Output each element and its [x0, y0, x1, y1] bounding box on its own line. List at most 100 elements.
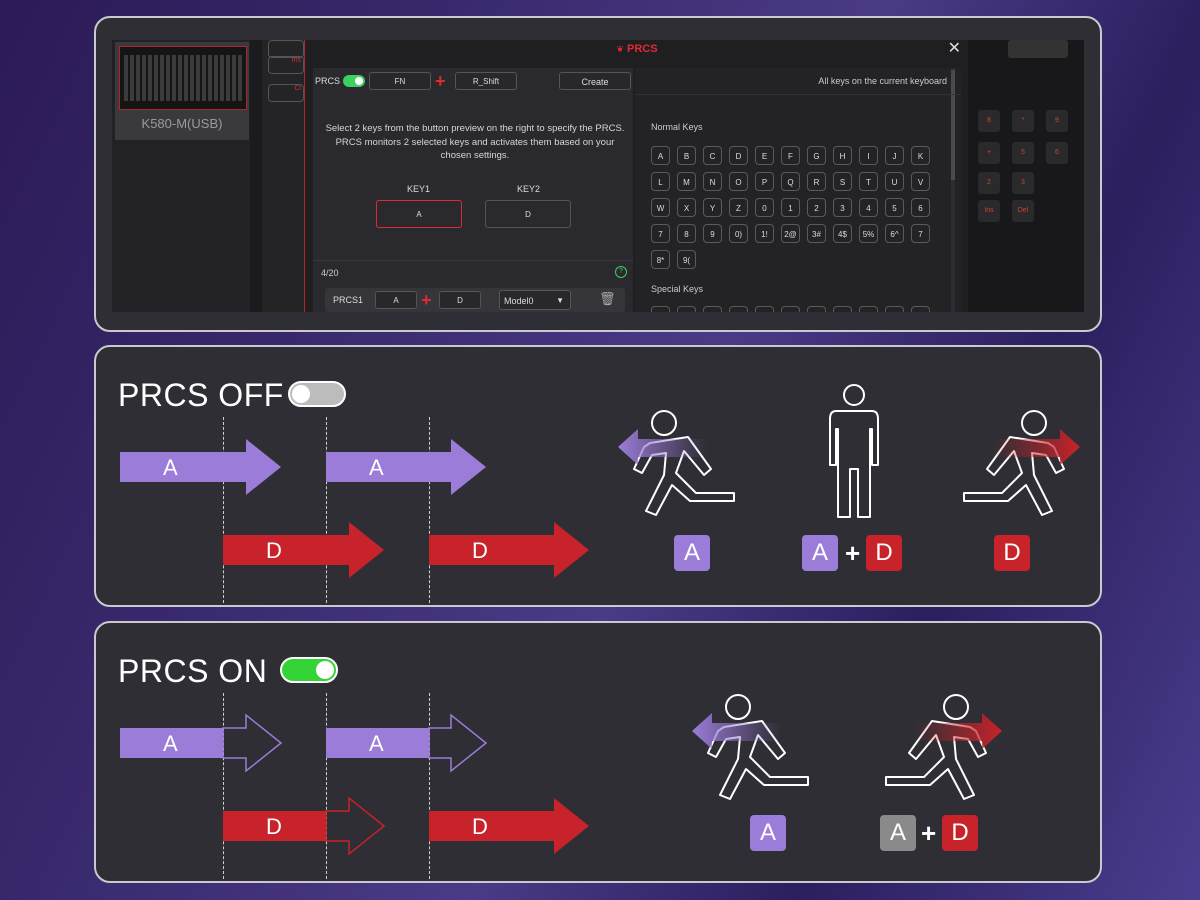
redragon-logo-icon: ❦	[616, 44, 624, 54]
result-key-d: D	[994, 535, 1030, 571]
special-key-cap[interactable]: F9	[859, 306, 878, 312]
key1-selector[interactable]: A	[376, 200, 462, 228]
special-key-cap[interactable]: F8	[833, 306, 852, 312]
trash-icon[interactable]: 🗑	[599, 291, 616, 307]
key-cap[interactable]: L	[651, 172, 670, 191]
key-cap[interactable]: 3#	[807, 224, 826, 243]
key-cap[interactable]: 4$	[833, 224, 852, 243]
key-cap[interactable]: 7	[911, 224, 930, 243]
special-key-cap[interactable]: F6	[781, 306, 800, 312]
key-cap[interactable]: W	[651, 198, 670, 217]
special-key-cap[interactable]: F2	[677, 306, 696, 312]
key-cap[interactable]: X	[677, 198, 696, 217]
key-cap[interactable]: J	[885, 146, 904, 165]
key-cap[interactable]: 1	[781, 198, 800, 217]
prcs-dialog: ❦ PRCS ✕ PRCS FN + R_Shift Create Select…	[304, 40, 970, 312]
key-cap[interactable]: B	[677, 146, 696, 165]
key-cap[interactable]: O	[729, 172, 748, 191]
key-cap[interactable]: 3	[833, 198, 852, 217]
key-cap[interactable]: 5%	[859, 224, 878, 243]
key-cap[interactable]: 8*	[651, 250, 670, 269]
special-key-cap[interactable]: F10	[885, 306, 904, 312]
key-cap[interactable]: V	[911, 172, 930, 191]
plus-icon: +	[421, 290, 432, 310]
close-icon[interactable]: ✕	[948, 40, 961, 58]
key-cap[interactable]: H	[833, 146, 852, 165]
divider	[313, 260, 633, 261]
preview-key: Del	[1012, 200, 1034, 222]
key-cap[interactable]: 9	[703, 224, 722, 243]
key2-selector[interactable]: D	[485, 200, 571, 228]
key-cap[interactable]: 9(	[677, 250, 696, 269]
key-cap[interactable]: 7	[651, 224, 670, 243]
side-button-cl[interactable]: Cl	[268, 84, 304, 102]
key-cap[interactable]: 2	[807, 198, 826, 217]
arrow-d-2	[429, 522, 589, 578]
volume-knob	[1008, 40, 1068, 58]
key2-label: KEY2	[517, 184, 541, 194]
prcs-toolbar: PRCS FN + R_Shift Create	[313, 68, 633, 94]
info-line-2: PRCS monitors 2 selected keys and activa…	[335, 136, 615, 162]
device-card[interactable]: K580-M(USB)	[115, 42, 249, 140]
key-cap[interactable]: 6	[911, 198, 930, 217]
arrow-label: D	[266, 814, 282, 839]
key-cap[interactable]: 0	[755, 198, 774, 217]
plus-icon: +	[435, 71, 446, 91]
arrow-d-2	[429, 798, 589, 854]
arrow-a-2-outline	[428, 713, 488, 773]
preview-key: 2	[978, 172, 1000, 194]
help-icon[interactable]: ?	[615, 266, 627, 278]
create-button[interactable]: Create	[559, 72, 631, 90]
key-cap[interactable]: P	[755, 172, 774, 191]
special-key-cap[interactable]: F5	[755, 306, 774, 312]
special-keys-label: Special Keys	[651, 284, 704, 294]
key-cap[interactable]: M	[677, 172, 696, 191]
result-key-a: A	[802, 535, 838, 571]
key-cap[interactable]: 0)	[729, 224, 748, 243]
key-picker-pane: Normal Keys ABCDEFGHIJKLMNOPQRSTUVWXYZ01…	[635, 68, 961, 312]
key-cap[interactable]: U	[885, 172, 904, 191]
key-cap[interactable]: A	[651, 146, 670, 165]
running-left-icon	[692, 694, 809, 800]
key-cap[interactable]: F	[781, 146, 800, 165]
preview-key: 3	[1012, 172, 1034, 194]
running-right-icon	[885, 694, 1002, 800]
special-key-cap[interactable]: F3	[703, 306, 722, 312]
key-cap[interactable]: K	[911, 146, 930, 165]
key-cap[interactable]: G	[807, 146, 826, 165]
key-cap[interactable]: Z	[729, 198, 748, 217]
key-cap[interactable]: 1!	[755, 224, 774, 243]
special-key-cap[interactable]: F1	[651, 306, 670, 312]
key-cap[interactable]: 6^	[885, 224, 904, 243]
prcs-toggle[interactable]	[343, 75, 365, 87]
software-window: K580-M(USB) Ins Cl ❦ PRCS ✕ PRCS FN + R_…	[112, 40, 1084, 312]
mode-dropdown[interactable]: Model0 ▼	[499, 290, 571, 310]
key-cap[interactable]: 2@	[781, 224, 800, 243]
key-cap[interactable]: N	[703, 172, 722, 191]
key-cap[interactable]: D	[729, 146, 748, 165]
key-cap[interactable]: R	[807, 172, 826, 191]
key-cap[interactable]: S	[833, 172, 852, 191]
rshift-key-button[interactable]: R_Shift	[455, 72, 517, 90]
preview-key: Ins	[978, 200, 1000, 222]
special-key-cap[interactable]: F7	[807, 306, 826, 312]
fn-key-button[interactable]: FN	[369, 72, 431, 90]
entry-key2[interactable]: D	[439, 291, 481, 309]
key-cap[interactable]: 8	[677, 224, 696, 243]
special-key-cap[interactable]: F11	[911, 306, 930, 312]
dialog-title-text: PRCS	[627, 43, 658, 55]
arrow-label: D	[472, 814, 488, 839]
side-button-ins[interactable]: Ins	[268, 56, 304, 74]
key-cap[interactable]: Q	[781, 172, 800, 191]
entry-key1[interactable]: A	[375, 291, 417, 309]
key-cap[interactable]: E	[755, 146, 774, 165]
key-cap[interactable]: I	[859, 146, 878, 165]
key-cap[interactable]: Y	[703, 198, 722, 217]
key-cap[interactable]: C	[703, 146, 722, 165]
plus-sign: +	[921, 818, 937, 848]
key-cap[interactable]: 5	[885, 198, 904, 217]
key-cap[interactable]: T	[859, 172, 878, 191]
key-cap[interactable]: 4	[859, 198, 878, 217]
arrow-a-2	[326, 439, 486, 495]
special-key-cap[interactable]: F4	[729, 306, 748, 312]
